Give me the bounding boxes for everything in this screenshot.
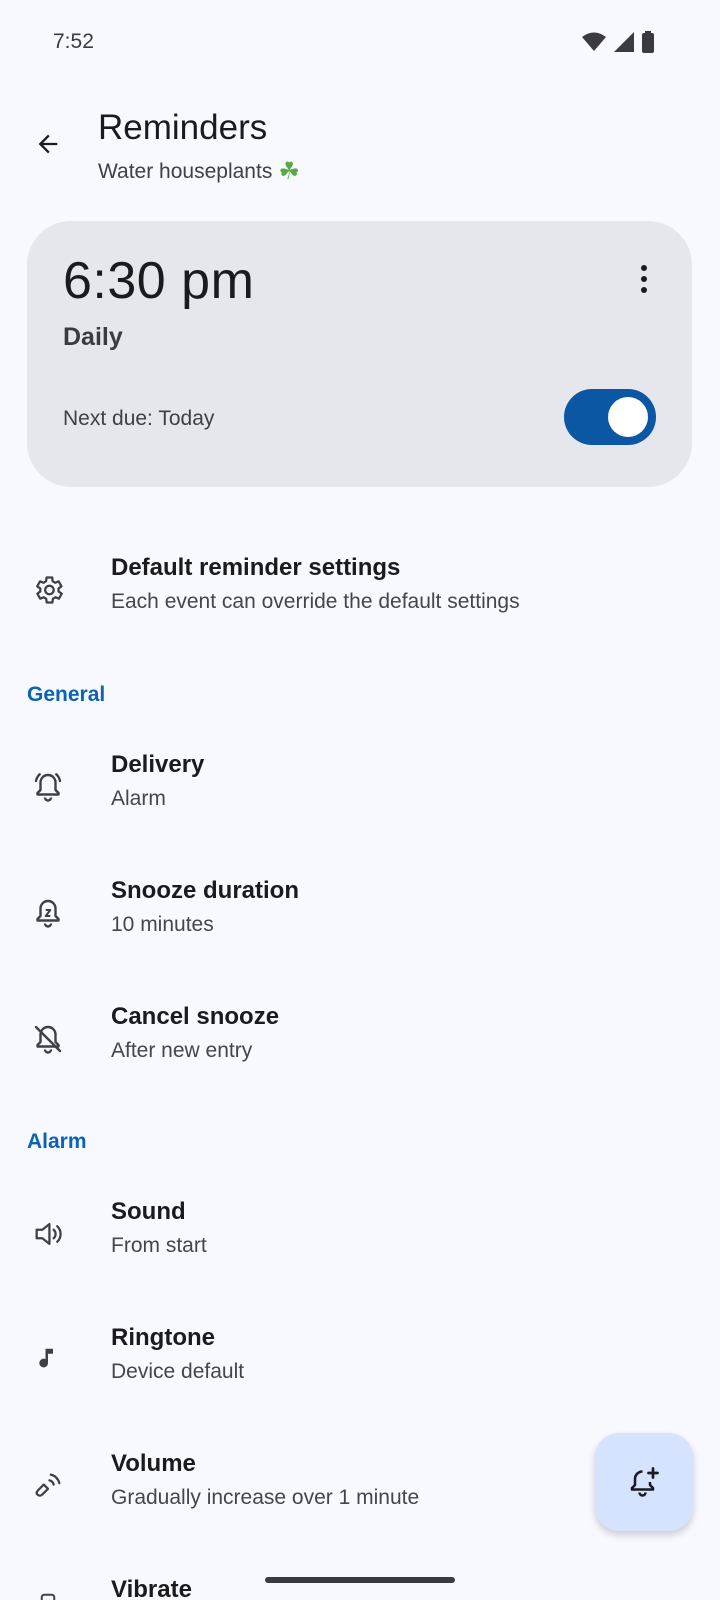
item-title: Cancel snooze [111,1003,280,1030]
wifi-icon [582,32,606,52]
delivery-item[interactable]: Delivery Alarm [0,743,720,833]
alarm-bell-icon [26,765,70,809]
more-vert-icon [641,265,647,271]
item-title: Delivery [111,751,205,778]
snooze-duration-item[interactable]: Snooze duration 10 minutes [0,869,720,959]
sound-item[interactable]: Sound From start [0,1190,720,1280]
status-bar: 7:52 [0,0,720,88]
reminder-toggle[interactable] [564,389,656,445]
item-subtitle: Each event can override the default sett… [111,590,520,613]
vibration-icon [26,1584,70,1600]
item-subtitle: Device default [111,1360,245,1383]
reminder-time: 6:30 pm [63,252,255,310]
volume-icon [26,1212,70,1256]
section-header-general: General [27,683,106,706]
default-reminder-settings-item[interactable]: Default reminder settings Each event can… [0,546,720,636]
item-title: Vibrate [111,1576,192,1600]
clover-icon: ☘ [278,158,300,185]
item-title: Volume [111,1450,196,1477]
subtitle-text: Water houseplants [98,159,273,183]
add-alarm-icon [630,1467,659,1497]
vibrate-item[interactable]: Vibrate [0,1568,720,1600]
item-title: Default reminder settings [111,554,401,581]
page-subtitle: Water houseplants ☘ [98,157,300,186]
item-title: Sound [111,1198,186,1225]
signal-icon [614,32,634,52]
snooze-icon [26,891,70,935]
ringtone-item[interactable]: Ringtone Device default [0,1316,720,1406]
reminder-card[interactable]: 6:30 pm Daily Next due: Today [27,221,692,487]
next-due-text: Next due: Today [63,407,215,430]
more-vert-icon-dot [641,287,647,293]
more-options-button[interactable] [624,257,664,301]
toggle-knob [608,397,648,437]
notifications-off-icon [26,1017,70,1061]
item-subtitle: After new entry [111,1039,253,1062]
app-bar: Reminders Water houseplants ☘ [0,100,720,200]
cancel-snooze-item[interactable]: Cancel snooze After new entry [0,995,720,1085]
status-icons [582,31,654,53]
add-alarm-fab[interactable] [595,1433,693,1531]
item-subtitle: Alarm [111,787,166,810]
gesture-nav-handle[interactable] [265,1577,455,1583]
section-header-alarm: Alarm [27,1130,87,1153]
arrow-back-icon [38,134,58,154]
item-subtitle: From start [111,1234,207,1257]
item-subtitle: 10 minutes [111,913,214,936]
back-button[interactable] [24,120,72,168]
more-vert-icon-dot [641,276,647,282]
music-note-icon [26,1338,70,1382]
gear-icon [26,568,70,612]
item-subtitle: Gradually increase over 1 minute [111,1486,420,1509]
item-title: Snooze duration [111,877,299,904]
ring-volume-icon [26,1464,70,1508]
item-title: Ringtone [111,1324,215,1351]
battery-icon [642,31,654,53]
page-title: Reminders [98,108,268,147]
status-time: 7:52 [53,30,94,53]
reminder-frequency: Daily [63,323,123,351]
